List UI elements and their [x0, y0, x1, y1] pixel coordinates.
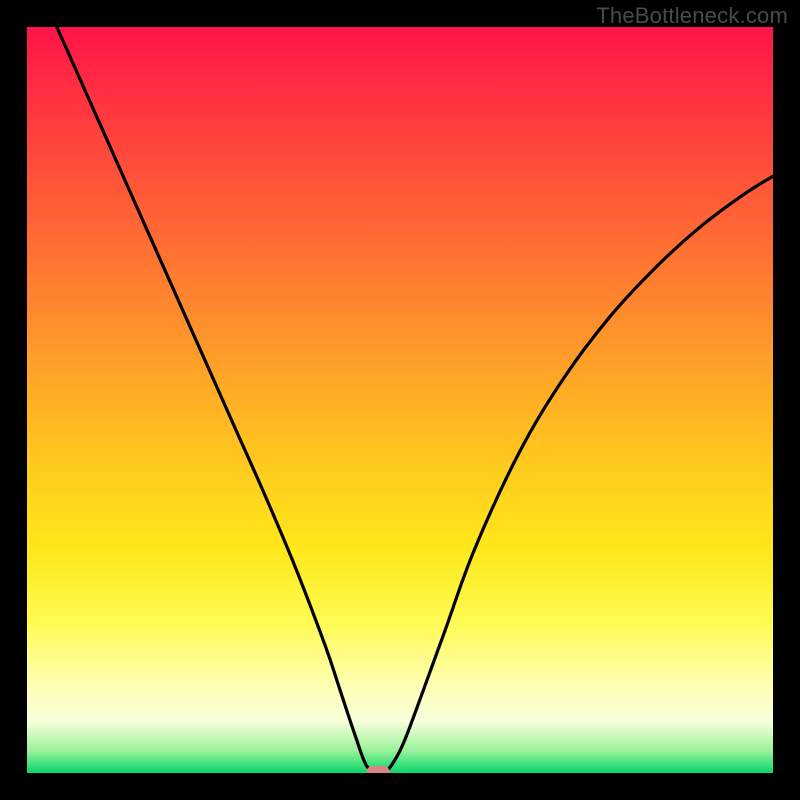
- chart-frame: TheBottleneck.com: [0, 0, 800, 800]
- watermark-text: TheBottleneck.com: [596, 3, 788, 29]
- curve-line: [57, 27, 773, 773]
- curve-svg: [27, 27, 773, 773]
- plot-area: [27, 27, 773, 773]
- marker-pill: [366, 766, 390, 773]
